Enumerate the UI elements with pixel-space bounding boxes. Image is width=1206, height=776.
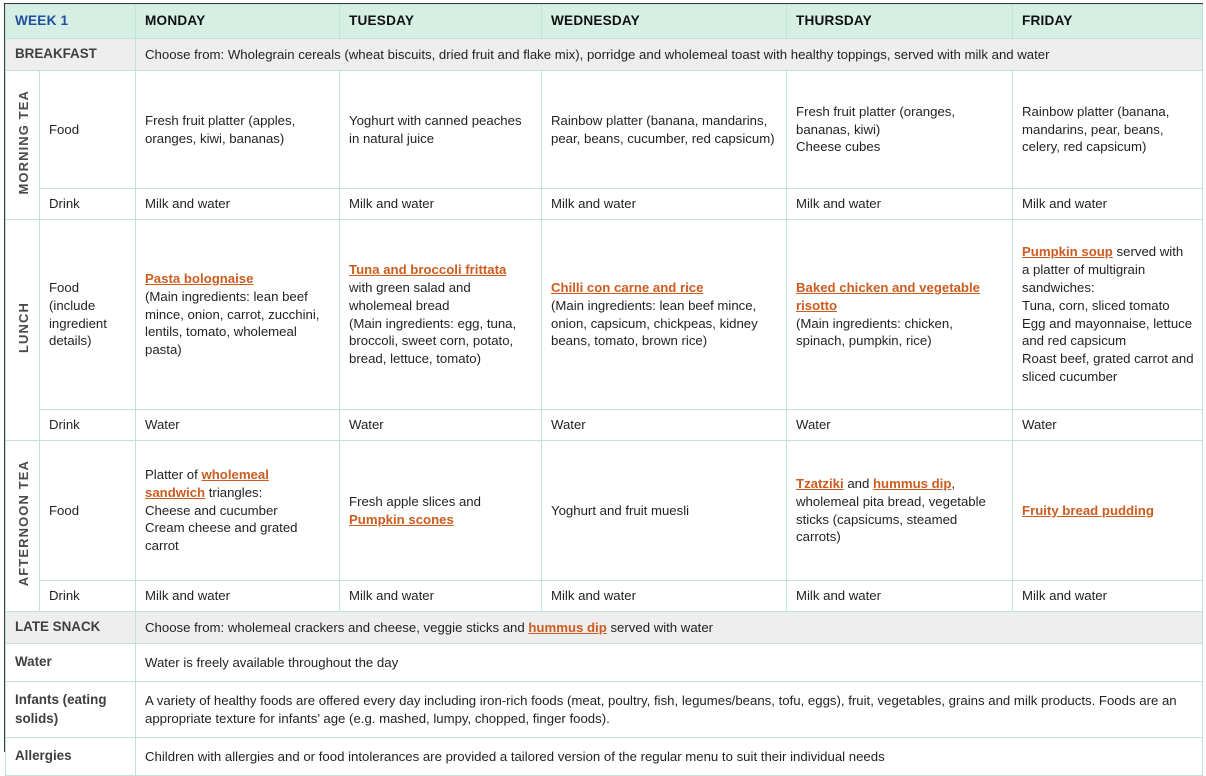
morning-tea-drink-tuesday: Milk and water <box>339 188 543 220</box>
morning-tea-food-label: Food <box>38 70 137 189</box>
morning-tea-food-friday: Rainbow platter (banana, mandarins, pear… <box>1012 70 1204 189</box>
recipe-link[interactable]: Tuna and broccoli frittata <box>349 262 506 277</box>
late-snack-label: LATE SNACK <box>4 611 137 644</box>
lunch-food-tuesday: Tuna and broccoli frittata with green sal… <box>339 219 543 410</box>
water-text: Water is freely available throughout the… <box>135 643 1204 682</box>
morning-tea-drink-thursday: Milk and water <box>786 188 1014 220</box>
section-rail-label: LUNCH <box>16 302 31 354</box>
afternoon-tea-drink-friday: Milk and water <box>1012 580 1204 612</box>
lunch-drink-row: Drink Water Water Water Water Water <box>6 409 1204 441</box>
lunch-food-row: LUNCH Food (include ingredient details) … <box>5 219 1204 441</box>
infants-text: A variety of healthy foods are offered e… <box>135 681 1204 738</box>
lunch-food-monday: Pasta bolognaise (Main ingredients: lean … <box>135 219 341 410</box>
lunch-drink-tuesday: Water <box>339 409 543 441</box>
allergies-label: Allergies <box>4 737 137 776</box>
afternoon-tea-food-monday: Platter of wholemeal sandwich triangles:… <box>135 440 341 581</box>
section-rail-afternoon-tea: AFTERNOON TEA <box>5 440 40 612</box>
lunch-drink-label: Drink <box>38 409 137 441</box>
morning-tea-food-thursday: Fresh fruit platter (oranges, bananas, k… <box>786 70 1014 189</box>
late-snack-text: Choose from: wholemeal crackers and chee… <box>135 611 1204 644</box>
section-rail-lunch: LUNCH <box>5 219 40 441</box>
morning-tea-food-wednesday: Rainbow platter (banana, mandarins, pear… <box>541 70 788 189</box>
lunch-food-friday: Pumpkin soup served with a platter of mu… <box>1012 219 1204 410</box>
afternoon-tea-drink-thursday: Milk and water <box>786 580 1014 612</box>
breakfast-row: BREAKFAST Choose from: Wholegrain cereal… <box>4 38 1204 71</box>
morning-tea-drink-friday: Milk and water <box>1012 188 1204 220</box>
recipe-link[interactable]: Pasta bolognaise <box>145 271 253 286</box>
afternoon-tea-food-friday: Fruity bread pudding <box>1012 440 1204 581</box>
recipe-link[interactable]: Chilli con carne and rice <box>551 280 703 295</box>
lunch-food-thursday: Baked chicken and vegetable risotto (Main… <box>786 219 1014 410</box>
week-label: WEEK 1 <box>4 4 137 39</box>
morning-tea-food-monday: Fresh fruit platter (apples, oranges, ki… <box>135 70 341 189</box>
morning-tea-drink-monday: Milk and water <box>135 188 341 220</box>
lunch-food-label: Food (include ingredient details) <box>38 219 137 410</box>
day-header-friday: FRIDAY <box>1012 4 1204 39</box>
day-header-tuesday: TUESDAY <box>339 4 543 39</box>
weekly-menu-table: WEEK 1 MONDAY TUESDAY WEDNESDAY THURSDAY… <box>4 4 1204 776</box>
infants-row: Infants (eating solids) A variety of hea… <box>4 681 1204 738</box>
day-header-wednesday: WEDNESDAY <box>541 4 788 39</box>
afternoon-tea-drink-row: Drink Milk and water Milk and water Milk… <box>6 580 1204 612</box>
afternoon-tea-drink-monday: Milk and water <box>135 580 341 612</box>
afternoon-tea-drink-wednesday: Milk and water <box>541 580 788 612</box>
section-rail-morning-tea: MORNING TEA <box>5 70 40 220</box>
afternoon-tea-food-row: AFTERNOON TEA Food Platter of wholemeal … <box>5 440 1204 612</box>
afternoon-tea-food-tuesday: Fresh apple slices and Pumpkin scones <box>339 440 543 581</box>
allergies-row: Allergies Children with allergies and or… <box>4 737 1204 776</box>
water-row: Water Water is freely available througho… <box>4 643 1204 682</box>
recipe-link[interactable]: hummus dip <box>873 476 951 491</box>
morning-tea-drink-label: Drink <box>38 188 137 220</box>
breakfast-label: BREAKFAST <box>4 38 137 71</box>
morning-tea-food-row: MORNING TEA Food Fresh fruit platter (ap… <box>5 70 1204 220</box>
day-header-thursday: THURSDAY <box>786 4 1014 39</box>
infants-label: Infants (eating solids) <box>4 681 137 738</box>
allergies-text: Children with allergies and or food into… <box>135 737 1204 776</box>
section-rail-label: MORNING TEA <box>16 90 31 195</box>
morning-tea-drink-row: Drink Milk and water Milk and water Milk… <box>6 188 1204 220</box>
morning-tea-food-tuesday: Yoghurt with canned peaches in natural j… <box>339 70 543 189</box>
recipe-link[interactable]: wholemeal sandwich <box>145 467 269 500</box>
recipe-link[interactable]: Pumpkin soup <box>1022 244 1113 259</box>
weekly-menu-frame: WEEK 1 MONDAY TUESDAY WEDNESDAY THURSDAY… <box>4 3 1204 776</box>
recipe-link[interactable]: Baked chicken and vegetable risotto <box>796 280 980 313</box>
afternoon-tea-food-wednesday: Yoghurt and fruit muesli <box>541 440 788 581</box>
afternoon-tea-food-thursday: Tzatziki and hummus dip, wholemeal pita b… <box>786 440 1014 581</box>
section-rail-label: AFTERNOON TEA <box>16 460 31 587</box>
recipe-link[interactable]: Pumpkin scones <box>349 512 454 527</box>
recipe-link[interactable]: Tzatziki <box>796 476 844 491</box>
lunch-food-wednesday: Chilli con carne and rice (Main ingredien… <box>541 219 788 410</box>
lunch-drink-monday: Water <box>135 409 341 441</box>
recipe-link[interactable]: Fruity bread pudding <box>1022 503 1154 518</box>
day-header-monday: MONDAY <box>135 4 341 39</box>
afternoon-tea-food-label: Food <box>38 440 137 581</box>
lunch-drink-friday: Water <box>1012 409 1204 441</box>
water-label: Water <box>4 643 137 682</box>
table-header-row: WEEK 1 MONDAY TUESDAY WEDNESDAY THURSDAY… <box>4 4 1204 39</box>
afternoon-tea-drink-label: Drink <box>38 580 137 612</box>
lunch-drink-wednesday: Water <box>541 409 788 441</box>
recipe-link[interactable]: hummus dip <box>528 620 606 635</box>
breakfast-text: Choose from: Wholegrain cereals (wheat b… <box>135 38 1204 71</box>
lunch-drink-thursday: Water <box>786 409 1014 441</box>
afternoon-tea-drink-tuesday: Milk and water <box>339 580 543 612</box>
morning-tea-drink-wednesday: Milk and water <box>541 188 788 220</box>
late-snack-row: LATE SNACK Choose from: wholemeal cracke… <box>4 611 1204 644</box>
